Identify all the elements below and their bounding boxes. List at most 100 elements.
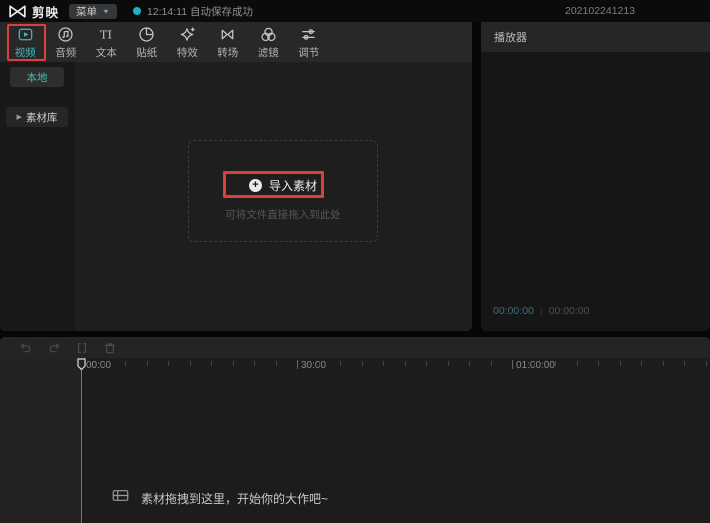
tab-label: 文本 [95,46,117,59]
tab-label: 视频 [14,46,36,59]
ruler-label: 01:00:00 [516,360,555,371]
video-play-icon [16,25,35,44]
tab-label: 转场 [217,46,239,59]
player-controls: 00:00:00 | 00:00:00 [481,301,710,321]
ruler-tick [232,361,234,366]
player-title: 播放器 [494,32,527,44]
ruler-tick [146,361,148,366]
redo-icon[interactable] [46,340,62,356]
ruler-tick [254,361,255,366]
ruler-tick [512,360,513,369]
chevron-down-icon: ▼ [102,7,110,15]
ruler-tick [318,361,320,366]
ruler-tick [125,361,126,366]
ruler-tick [189,361,191,366]
ruler-tick [662,361,664,366]
drag-drop-hint: 可将文件直接拖入到此处 [225,209,341,221]
text-ti-icon: TI [97,25,116,44]
ruler-tick [275,361,277,366]
player-preview[interactable] [481,52,710,302]
media-panel: 视频 音频 TI 文本 贴纸 特效 转场 滤镜 调节 本地 ▶ 素材库 + 导入… [0,22,472,331]
capcut-logo-icon [8,4,27,19]
tab-label: 调节 [298,46,320,59]
tab-adjust[interactable]: 调节 [289,22,330,62]
ruler-tick [211,361,212,366]
ruler-tick [555,361,556,366]
tab-sticker[interactable]: 贴纸 [127,22,168,62]
tab-label: 特效 [176,46,198,59]
tab-audio[interactable]: 音频 [46,22,87,62]
ruler-tick [576,361,578,366]
adjust-sliders-icon [299,25,318,44]
filter-circles-icon [259,25,278,44]
ruler-tick [533,361,535,366]
player-panel: 播放器 00:00:00 | 00:00:00 [481,22,710,331]
total-timecode: 00:00:00 [548,305,590,317]
menu-button[interactable]: 菜单 ▼ [69,3,117,19]
media-content-area: + 导入素材 可将文件直接拖入到此处 [75,62,472,331]
delete-icon[interactable] [102,340,118,356]
triangle-right-icon: ▶ [16,114,22,121]
ruler-tick [340,361,341,366]
sticker-icon [137,25,156,44]
player-header: 播放器 [481,22,710,52]
ruler-tick [684,361,685,366]
ruler-tick [297,360,298,369]
project-id: 202102241213 [565,5,636,17]
svg-text:TI: TI [100,27,112,41]
sidebar-item-local[interactable]: 本地 [10,67,64,87]
tab-text[interactable]: TI 文本 [86,22,127,62]
tab-transition[interactable]: 转场 [208,22,249,62]
ruler-label: 00:00 [86,360,112,371]
sparkle-icon [178,25,197,44]
ruler-tick [619,361,621,366]
ruler-tick [383,361,384,366]
status-dot-icon [132,7,141,15]
ruler-tick [426,361,427,366]
ruler-tick [598,361,599,366]
timeline-toolbar [0,337,710,358]
tab-effects[interactable]: 特效 [167,22,208,62]
current-timecode: 00:00:00 [493,305,534,317]
import-button-label: 导入素材 [268,178,317,193]
tab-label: 音频 [55,46,77,59]
timeline-ruler[interactable]: 00:00 30:00 01:00:00 [0,358,710,374]
empty-hint-text: 素材拖拽到这里，开始你的大作吧~ [141,491,329,506]
ruler-tick [168,361,169,366]
ruler-tick [469,361,470,366]
tab-video[interactable]: 视频 [5,22,46,62]
media-sidebar: 本地 ▶ 素材库 [0,62,75,331]
tab-label: 滤镜 [257,46,279,59]
import-dropzone[interactable]: + 导入素材 可将文件直接拖入到此处 [188,140,378,242]
ruler-tick [490,361,492,366]
library-label: 素材库 [25,111,58,124]
timecode-separator: | [539,305,543,317]
track-header-gutter [0,358,82,523]
app-window: 剪映 菜单 ▼ 12:14:11 自动保存成功 202102241213 视频 [0,0,710,523]
ruler-tick [404,361,406,366]
ruler-label: 30:00 [301,360,327,371]
sidebar-item-material-library[interactable]: ▶ 素材库 [6,107,68,127]
import-material-button[interactable]: + 导入素材 [189,175,377,195]
ruler-tick [705,361,707,366]
title-bar: 剪映 菜单 ▼ 12:14:11 自动保存成功 202102241213 [0,0,710,22]
plus-icon: + [248,178,262,192]
menu-label: 菜单 [76,5,98,18]
autosave-status-text: 12:14:11 自动保存成功 [146,5,253,18]
timeline-empty-hint: 素材拖拽到这里，开始你的大作吧~ [112,489,328,507]
app-name: 剪映 [32,5,60,20]
timeline-panel: 00:00 30:00 01:00:00 素材拖拽到这里，开始你的大作吧~ [0,337,710,523]
transition-bowtie-icon [218,25,237,44]
media-tabbar: 视频 音频 TI 文本 贴纸 特效 转场 滤镜 调节 [0,22,472,62]
media-clip-icon [112,489,129,507]
split-icon[interactable] [74,340,90,356]
music-note-icon [56,25,75,44]
autosave-status: 12:14:11 自动保存成功 [132,4,253,19]
ruler-tick [641,361,642,366]
ruler-tick [447,361,449,366]
tab-label: 贴纸 [136,46,158,59]
ruler-tick [103,361,105,366]
ruler-tick [361,361,363,366]
tab-filters[interactable]: 滤镜 [248,22,289,62]
undo-icon[interactable] [18,340,34,356]
